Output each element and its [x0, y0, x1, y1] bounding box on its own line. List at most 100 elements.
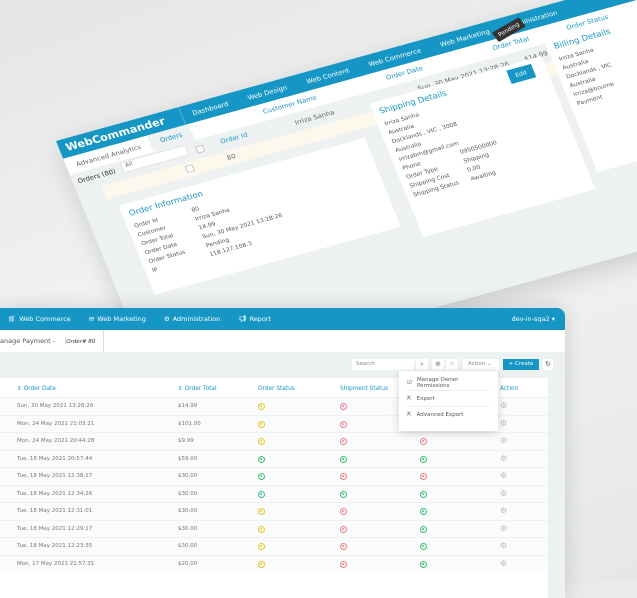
breadcrumb-page[interactable]: anage Payment - — [0, 337, 67, 345]
user-menu[interactable]: dev-in-sqa2 ▾ — [512, 315, 555, 323]
gear-icon[interactable]: ⚙︎ — [500, 401, 507, 410]
order-total: $30.00 — [178, 525, 198, 532]
status-failed-icon — [420, 438, 427, 445]
status-failed-icon — [340, 473, 347, 480]
status-success-icon — [420, 455, 427, 463]
chevron-down-icon: ⌄ — [486, 361, 492, 367]
megaphone-icon: 📢︎ — [238, 315, 247, 323]
nav-label: Web Marketing — [97, 315, 146, 323]
refresh-icon[interactable]: ↻ — [543, 359, 553, 370]
action-label: Action — [468, 361, 486, 367]
nav-label: Web Commerce — [19, 315, 71, 323]
nav-web-commerce[interactable]: 🛒︎ Web Commerce — [8, 315, 71, 323]
menu-label: Advanced Export — [416, 412, 464, 418]
table-row[interactable]: Tue, 18 May 2021 12:38:17 $30.00 ⚙︎ — [0, 467, 548, 485]
order-total: $9.99 — [178, 438, 194, 444]
nav-administration[interactable]: ⚙︎ Administration — [164, 315, 220, 323]
order-date: Sun, 30 May 2021 13:28:26 — [17, 403, 94, 409]
header-shipment-status[interactable]: Shipment Status — [340, 386, 388, 392]
row-checkbox[interactable] — [184, 164, 195, 173]
order-total: $30.00 — [178, 473, 198, 479]
order-date: Tue, 18 May 2021 20:57:44 — [17, 455, 93, 462]
gear-icon[interactable]: ⚙︎ — [500, 419, 507, 428]
status-success-icon — [258, 473, 265, 480]
table-row[interactable]: Mon, 17 May 2021 21:57:31 $20.00 ⚙︎ — [0, 554, 548, 572]
header-order-total[interactable]: ⇕ Order Total — [178, 386, 217, 392]
order-total: $30.00 — [178, 543, 198, 549]
order-date: Mon, 24 May 2021 20:44:28 — [17, 438, 95, 444]
order-id: 80 — [225, 152, 237, 162]
gear-icon[interactable]: ⚙︎ — [500, 541, 507, 550]
orders-window: 🛒︎ Web Commerce ✉︎ Web Marketing ⚙︎ Adminis… — [0, 308, 565, 598]
zoom-search-icon[interactable]: ⊕ — [432, 359, 444, 370]
status-failed-icon — [340, 508, 347, 515]
header-label: Order Date — [23, 386, 56, 392]
header-order-status[interactable]: Order Status — [258, 386, 295, 392]
order-date: Tue, 18 May 2021 12:23:35 — [17, 543, 93, 549]
order-date: Mon, 17 May 2021 21:57:31 — [17, 560, 95, 567]
search-input[interactable]: Search — [352, 359, 414, 370]
breadcrumb: anage Payment - Order# 80 — [0, 330, 565, 352]
gear-icon[interactable]: ⚙︎ — [500, 454, 507, 463]
order-total: $30.00 — [178, 490, 198, 497]
menu-item-manage-owner-permissions[interactable]: ☑ Manage Owner Permissions — [407, 375, 490, 391]
order-date: Mon, 24 May 2021 21:03:21 — [17, 420, 95, 427]
header-order-date[interactable]: ⇕ Order Date — [17, 386, 56, 392]
status-success-icon — [258, 455, 265, 463]
order-date: Tue, 18 May 2021 12:34:26 — [17, 490, 93, 497]
status-pending-icon — [258, 403, 265, 410]
gear-icon[interactable]: ⚙︎ — [500, 506, 507, 515]
select-all-checkbox[interactable] — [195, 144, 206, 154]
table-row[interactable]: Tue, 18 May 2021 12:31:01 $30.00 ⚙︎ — [0, 502, 548, 520]
checklist-icon: ☑ — [407, 379, 412, 386]
table-row[interactable]: Tue, 18 May 2021 12:34:26 $30.00 ⚙︎ — [0, 484, 548, 502]
status-failed-icon — [420, 473, 427, 480]
gear-icon: ⚙︎ — [163, 315, 170, 323]
status-failed-icon — [340, 420, 347, 428]
gear-icon[interactable]: ⚙︎ — [500, 471, 507, 480]
header-label: Order Total — [184, 386, 217, 392]
gear-icon[interactable]: ⚙︎ — [500, 489, 507, 498]
header-action: Action — [500, 386, 519, 392]
status-success-icon — [340, 455, 347, 463]
nav-label: Administration — [172, 315, 221, 323]
close-icon[interactable]: ✕ — [446, 359, 458, 370]
order-total: $30.00 — [178, 508, 198, 514]
username: dev-in-sqa2 — [511, 315, 550, 323]
status-pending-icon — [258, 420, 265, 428]
header-order-id[interactable]: Order Id — [219, 131, 249, 145]
gear-icon[interactable]: ⚙︎ — [500, 436, 507, 445]
order-total: $101.00 — [178, 420, 201, 427]
status-success-icon — [420, 543, 427, 550]
table-row[interactable]: Tue, 18 May 2021 12:23:35 $30.00 ⚙︎ — [0, 537, 548, 555]
gear-icon[interactable]: ⚙︎ — [500, 559, 507, 568]
table-row[interactable]: Mon, 24 May 2021 20:44:28 $9.99 ⚙︎ — [0, 432, 548, 450]
order-total: $20.00 — [178, 560, 198, 567]
search-icon[interactable]: ⌕ — [416, 359, 428, 370]
action-dropdown[interactable]: Action ⌄ — [463, 359, 499, 370]
order-date: Tue, 18 May 2021 12:31:01 — [17, 508, 93, 514]
order-date: Tue, 18 May 2021 12:38:17 — [17, 473, 93, 479]
order-total: $59.00 — [178, 455, 198, 462]
status-failed-icon — [340, 438, 347, 445]
breadcrumb-order: Order# 80 — [66, 339, 96, 345]
status-pending-icon — [258, 543, 265, 550]
create-button[interactable]: + Create — [503, 359, 539, 370]
menu-item-advanced-export[interactable]: ⇱ Advanced Export — [407, 407, 490, 423]
status-failed-icon — [340, 560, 347, 568]
status-pending-icon — [258, 438, 265, 445]
status-success-icon — [420, 508, 427, 515]
status-success-icon — [420, 490, 427, 498]
menu-label: Manage Owner Permissions — [416, 376, 459, 389]
table-row[interactable]: Tue, 18 May 2021 12:29:17 $30.00 ⚙︎ — [0, 519, 548, 537]
nav-report[interactable]: 📢︎ Report — [238, 315, 271, 323]
gear-icon[interactable]: ⚙︎ — [500, 524, 507, 533]
nav-label: Report — [249, 315, 272, 323]
table-row[interactable]: Tue, 18 May 2021 20:57:44 $59.00 ⚙︎ — [0, 449, 548, 467]
status-pending-icon — [258, 525, 265, 533]
menu-item-export[interactable]: ⇱ Export — [407, 391, 490, 407]
nav-web-marketing[interactable]: ✉︎ Web Marketing — [89, 315, 146, 323]
cart-icon: 🛒︎ — [8, 315, 17, 323]
customer: Irriza Sanha — [293, 108, 336, 127]
menu-label: Export — [416, 395, 435, 402]
